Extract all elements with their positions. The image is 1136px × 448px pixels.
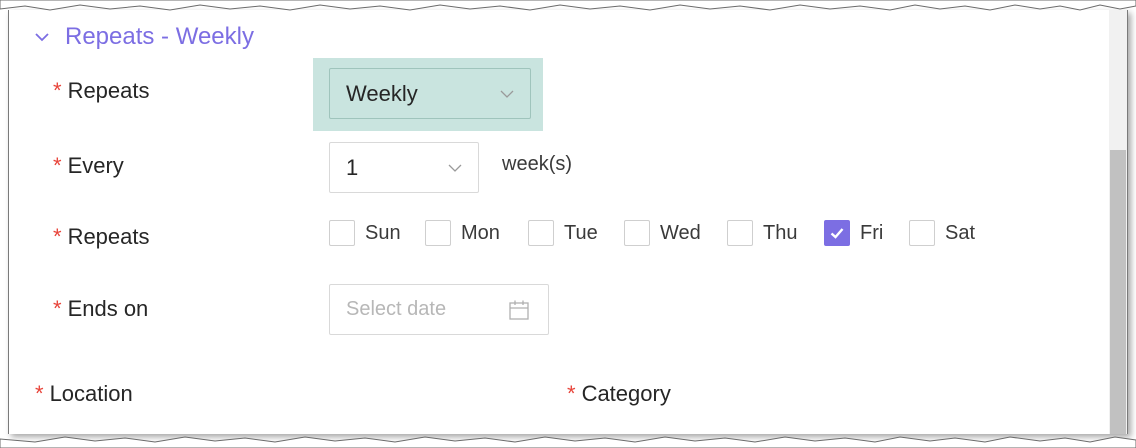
chevron-down-icon	[500, 90, 514, 98]
day-checkbox-sat[interactable]: Sat	[909, 220, 975, 246]
repeats-select[interactable]: Weekly	[329, 68, 531, 119]
required-mark: *	[53, 78, 62, 103]
scrollbar-thumb[interactable]	[1110, 150, 1126, 434]
days-label: * Repeats	[53, 224, 150, 250]
form-panel: Repeats - Weekly * Repeats Weekly * Every …	[8, 10, 1128, 434]
torn-edge-bottom	[0, 436, 1136, 448]
checkbox[interactable]	[425, 220, 451, 246]
day-label: Tue	[564, 221, 598, 244]
repeats-select-value: Weekly	[346, 80, 418, 106]
checkbox[interactable]	[909, 220, 935, 246]
checkbox[interactable]	[329, 220, 355, 246]
day-checkbox-wed[interactable]: Wed	[624, 220, 701, 246]
vertical-scrollbar[interactable]	[1109, 10, 1127, 434]
day-checkbox-sun[interactable]: Sun	[329, 220, 401, 246]
day-checkbox-tue[interactable]: Tue	[528, 220, 598, 246]
checkbox[interactable]	[727, 220, 753, 246]
day-label: Sun	[365, 221, 401, 244]
section-header-repeats[interactable]: Repeats - Weekly	[33, 20, 254, 54]
section-title: Repeats - Weekly	[65, 23, 254, 50]
every-select[interactable]: 1	[329, 142, 479, 193]
every-unit: week(s)	[502, 153, 573, 175]
checkmark-icon	[830, 228, 844, 239]
day-checkbox-thu[interactable]: Thu	[727, 220, 797, 246]
every-label: * Every	[53, 153, 124, 179]
checkbox-checked[interactable]	[824, 220, 850, 246]
required-mark: *	[53, 296, 62, 321]
required-mark: *	[53, 153, 62, 178]
chevron-down-icon	[448, 164, 462, 172]
ends-on-label: * Ends on	[53, 296, 148, 322]
day-label: Thu	[763, 221, 798, 244]
day-checkbox-mon[interactable]: Mon	[425, 220, 500, 246]
day-label: Wed	[660, 221, 701, 244]
calendar-icon[interactable]	[508, 299, 530, 321]
category-label: * Category	[567, 381, 671, 407]
ends-on-date-input[interactable]: Select date	[329, 284, 549, 335]
required-mark: *	[35, 381, 44, 406]
day-checkbox-fri[interactable]: Fri	[824, 220, 883, 246]
day-label: Fri	[860, 221, 884, 244]
chevron-down-icon	[35, 33, 49, 42]
category-label-text: Category	[581, 381, 671, 406]
every-select-value: 1	[346, 154, 359, 180]
date-placeholder: Select date	[346, 298, 447, 320]
required-mark: *	[567, 381, 576, 406]
day-label: Mon	[461, 221, 500, 244]
checkbox[interactable]	[528, 220, 554, 246]
day-label: Sat	[945, 221, 976, 244]
repeats-label-text: Repeats	[67, 78, 150, 103]
required-mark: *	[53, 224, 62, 249]
days-label-text: Repeats	[67, 224, 150, 249]
torn-edge-top	[0, 0, 1136, 11]
every-label-text: Every	[67, 153, 124, 178]
ends-on-label-text: Ends on	[67, 296, 149, 321]
location-label-text: Location	[49, 381, 133, 406]
location-label: * Location	[35, 381, 133, 407]
repeats-label: * Repeats	[53, 78, 150, 104]
checkbox[interactable]	[624, 220, 650, 246]
